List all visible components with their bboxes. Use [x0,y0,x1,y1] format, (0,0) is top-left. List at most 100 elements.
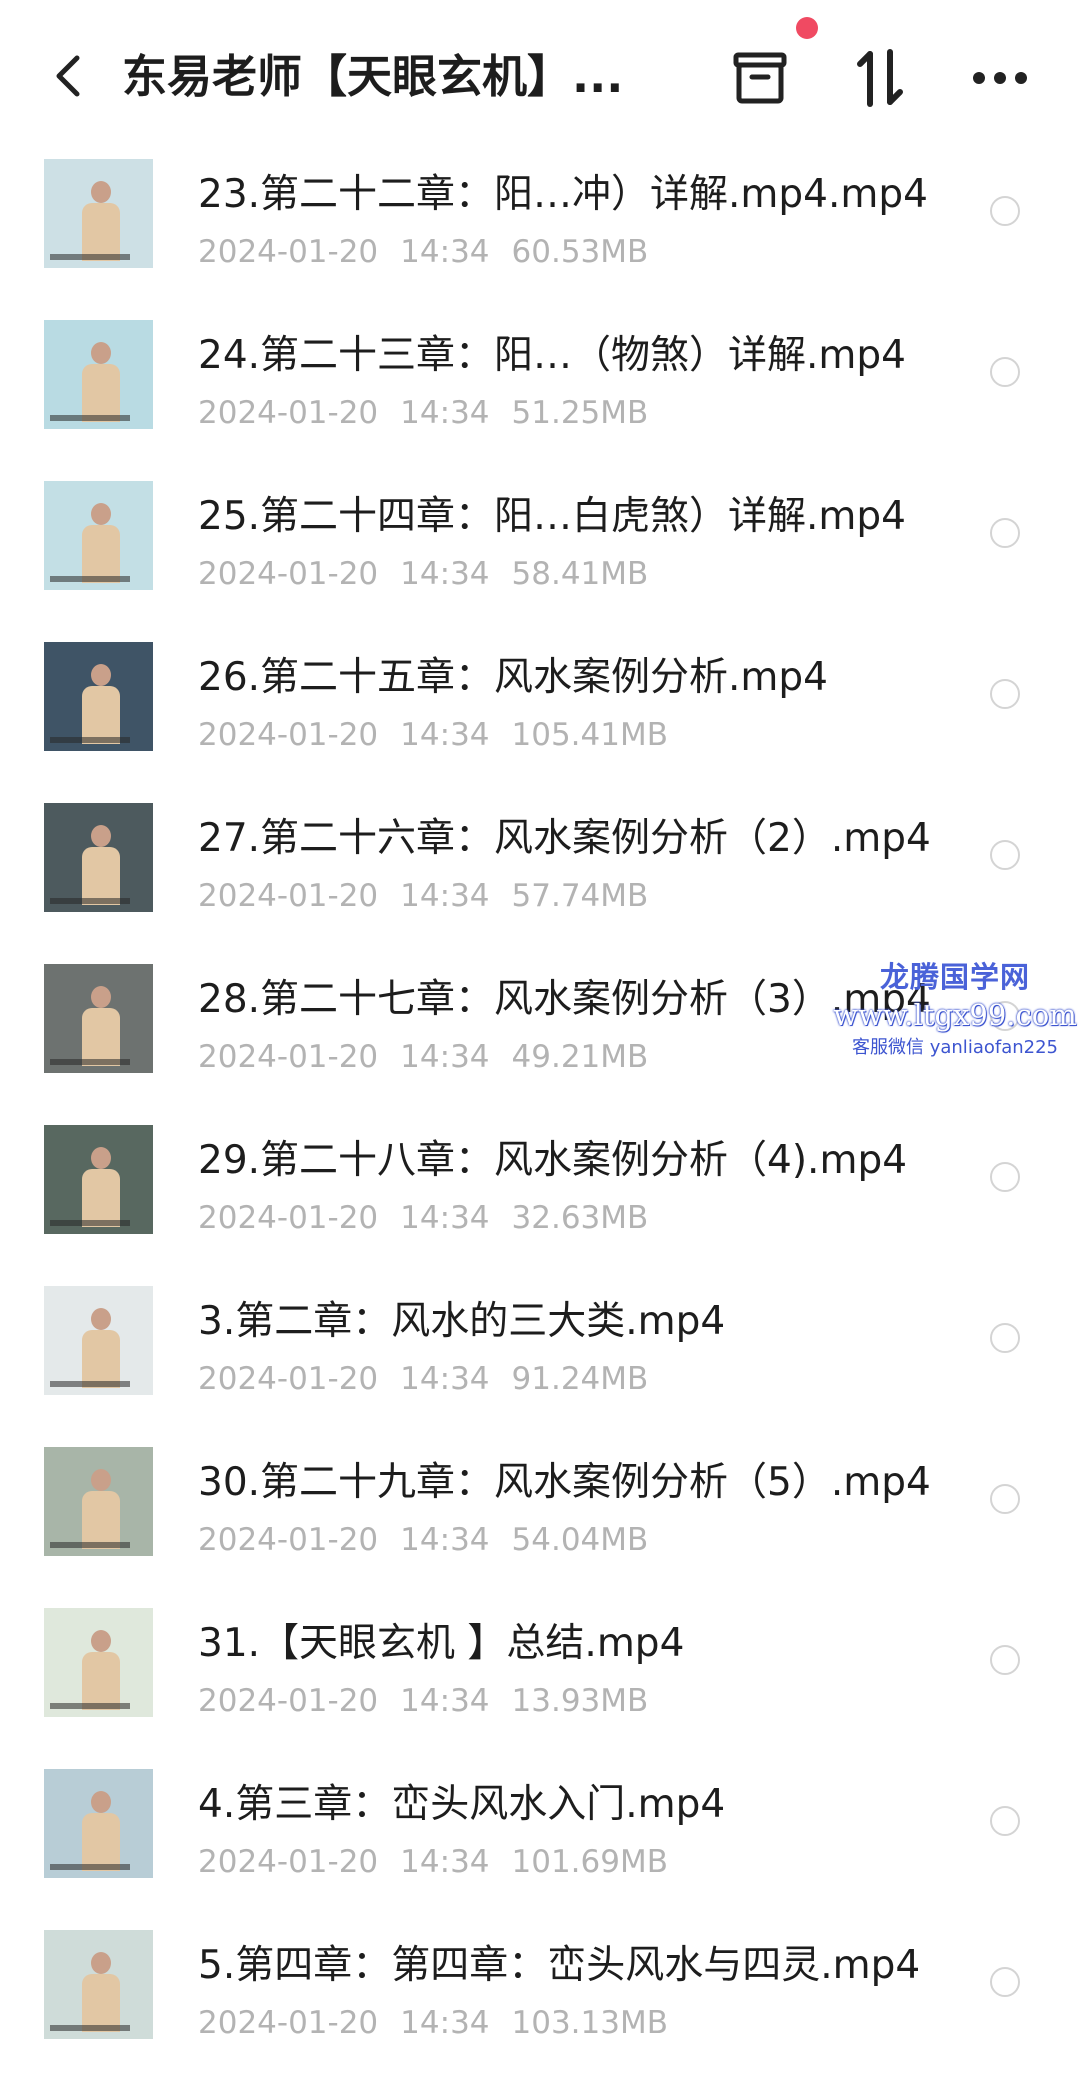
video-thumbnail [44,320,153,429]
file-row[interactable]: 27.第二十六章：风水案例分析（2）.mp4 2024-01-20 14:34 57.… [0,794,1080,955]
file-size: 58.41MB [511,556,649,592]
file-meta: 2024-01-20 14:34 13.93MB [198,1681,670,1721]
file-meta: 2024-01-20 14:34 32.63MB [198,1198,670,1238]
top-bar: 东易老师【天眼玄机】... [0,0,1080,150]
presenter-figure [80,1469,120,1549]
file-meta: 2024-01-20 14:34 57.74MB [198,876,670,916]
select-radio[interactable] [990,1645,1020,1675]
file-date: 2024-01-20 [198,1039,379,1075]
file-time: 14:34 [400,1683,490,1719]
video-thumbnail [44,1447,153,1556]
file-time: 14:34 [400,1844,490,1880]
file-name: 31.【天眼玄机 】总结.mp4 [198,1621,685,1666]
file-meta: 2024-01-20 14:34 54.04MB [198,1520,670,1560]
select-radio[interactable] [990,518,1020,548]
file-meta: 2024-01-20 14:34 105.41MB [198,715,690,755]
file-row[interactable]: 5.第四章：第四章：峦头风水与四灵.mp4 2024-01-20 14:34 103.… [0,1921,1080,2082]
presenter-figure [80,1308,120,1388]
file-name: 5.第四章：第四章：峦头风水与四灵.mp4 [198,1943,921,1988]
file-time: 14:34 [400,878,490,914]
select-radio[interactable] [990,1806,1020,1836]
file-size: 13.93MB [511,1683,649,1719]
file-name: 26.第二十五章：风水案例分析.mp4 [198,655,828,700]
file-size: 60.53MB [511,234,649,270]
file-name: 4.第三章：峦头风水入门.mp4 [198,1782,726,1827]
select-radio[interactable] [990,196,1020,226]
notification-dot [796,17,818,39]
file-meta: 2024-01-20 14:34 103.13MB [198,2003,690,2043]
file-time: 14:34 [400,556,490,592]
file-time: 14:34 [400,717,490,753]
file-date: 2024-01-20 [198,556,379,592]
file-date: 2024-01-20 [198,1683,379,1719]
file-size: 103.13MB [511,2005,668,2041]
file-time: 14:34 [400,1361,490,1397]
file-date: 2024-01-20 [198,395,379,431]
file-size: 51.25MB [511,395,649,431]
file-date: 2024-01-20 [198,1844,379,1880]
file-row[interactable]: 4.第三章：峦头风水入门.mp4 2024-01-20 14:34 101.69MB [0,1760,1080,1921]
presenter-figure [80,1147,120,1227]
video-thumbnail [44,803,153,912]
file-name: 23.第二十二章：阳…冲）详解.mp4.mp4 [198,172,928,217]
select-radio[interactable] [990,679,1020,709]
presenter-figure [80,503,120,583]
file-time: 14:34 [400,1200,490,1236]
select-radio[interactable] [990,1323,1020,1353]
file-name: 3.第二章：风水的三大类.mp4 [198,1299,726,1344]
video-thumbnail [44,964,153,1073]
file-name: 30.第二十九章：风水案例分析（5）.mp4 [198,1460,931,1505]
file-name: 27.第二十六章：风水案例分析（2）.mp4 [198,816,931,861]
back-arrow-icon[interactable] [44,46,92,106]
file-date: 2024-01-20 [198,234,379,270]
file-meta: 2024-01-20 14:34 51.25MB [198,393,670,433]
presenter-figure [80,1630,120,1710]
presenter-figure [80,181,120,261]
file-time: 14:34 [400,234,490,270]
watermark-contact: 客服微信 yanliaofan225 [852,1037,1058,1058]
presenter-figure [80,664,120,744]
file-row[interactable]: 26.第二十五章：风水案例分析.mp4 2024-01-20 14:34 105.41… [0,633,1080,794]
video-thumbnail [44,642,153,751]
file-time: 14:34 [400,1522,490,1558]
video-thumbnail [44,1125,153,1234]
file-row[interactable]: 29.第二十八章：风水案例分析（4).mp4 2024-01-20 14:34 32.… [0,1116,1080,1277]
file-size: 49.21MB [511,1039,649,1075]
file-size: 32.63MB [511,1200,649,1236]
video-thumbnail [44,159,153,268]
more-icon[interactable] [964,42,1036,114]
presenter-figure [80,825,120,905]
file-row[interactable]: 3.第二章：风水的三大类.mp4 2024-01-20 14:34 91.24MB [0,1277,1080,1438]
select-radio[interactable] [990,1484,1020,1514]
sort-icon[interactable] [844,42,916,114]
select-radio[interactable] [990,1967,1020,1997]
file-meta: 2024-01-20 14:34 101.69MB [198,1842,690,1882]
file-date: 2024-01-20 [198,1200,379,1236]
page-title: 东易老师【天眼玄机】... [122,50,622,103]
file-name: 25.第二十四章：阳…白虎煞）详解.mp4 [198,494,906,539]
file-row[interactable]: 31.【天眼玄机 】总结.mp4 2024-01-20 14:34 13.93MB [0,1599,1080,1760]
file-meta: 2024-01-20 14:34 58.41MB [198,554,670,594]
file-row[interactable]: 30.第二十九章：风水案例分析（5）.mp4 2024-01-20 14:34 54.… [0,1438,1080,1599]
file-row[interactable]: 23.第二十二章：阳…冲）详解.mp4.mp4 2024-01-20 14:34 60… [0,150,1080,311]
video-thumbnail [44,1286,153,1395]
file-time: 14:34 [400,1039,490,1075]
file-time: 14:34 [400,395,490,431]
file-size: 54.04MB [511,1522,649,1558]
presenter-figure [80,342,120,422]
presenter-figure [80,1952,120,2032]
file-list: 23.第二十二章：阳…冲）详解.mp4.mp4 2024-01-20 14:34 60… [0,150,1080,2082]
file-date: 2024-01-20 [198,2005,379,2041]
file-name: 29.第二十八章：风水案例分析（4).mp4 [198,1138,908,1183]
watermark-brand: 龙腾国学网 [879,960,1030,994]
presenter-figure [80,986,120,1066]
box-icon[interactable] [724,42,796,114]
file-row[interactable]: 25.第二十四章：阳…白虎煞）详解.mp4 2024-01-20 14:34 58.4… [0,472,1080,633]
video-thumbnail [44,481,153,590]
file-row[interactable]: 24.第二十三章：阳…（物煞）详解.mp4 2024-01-20 14:34 51.2… [0,311,1080,472]
file-size: 101.69MB [511,1844,668,1880]
file-date: 2024-01-20 [198,1522,379,1558]
select-radio[interactable] [990,1162,1020,1192]
select-radio[interactable] [990,357,1020,387]
select-radio[interactable] [990,840,1020,870]
